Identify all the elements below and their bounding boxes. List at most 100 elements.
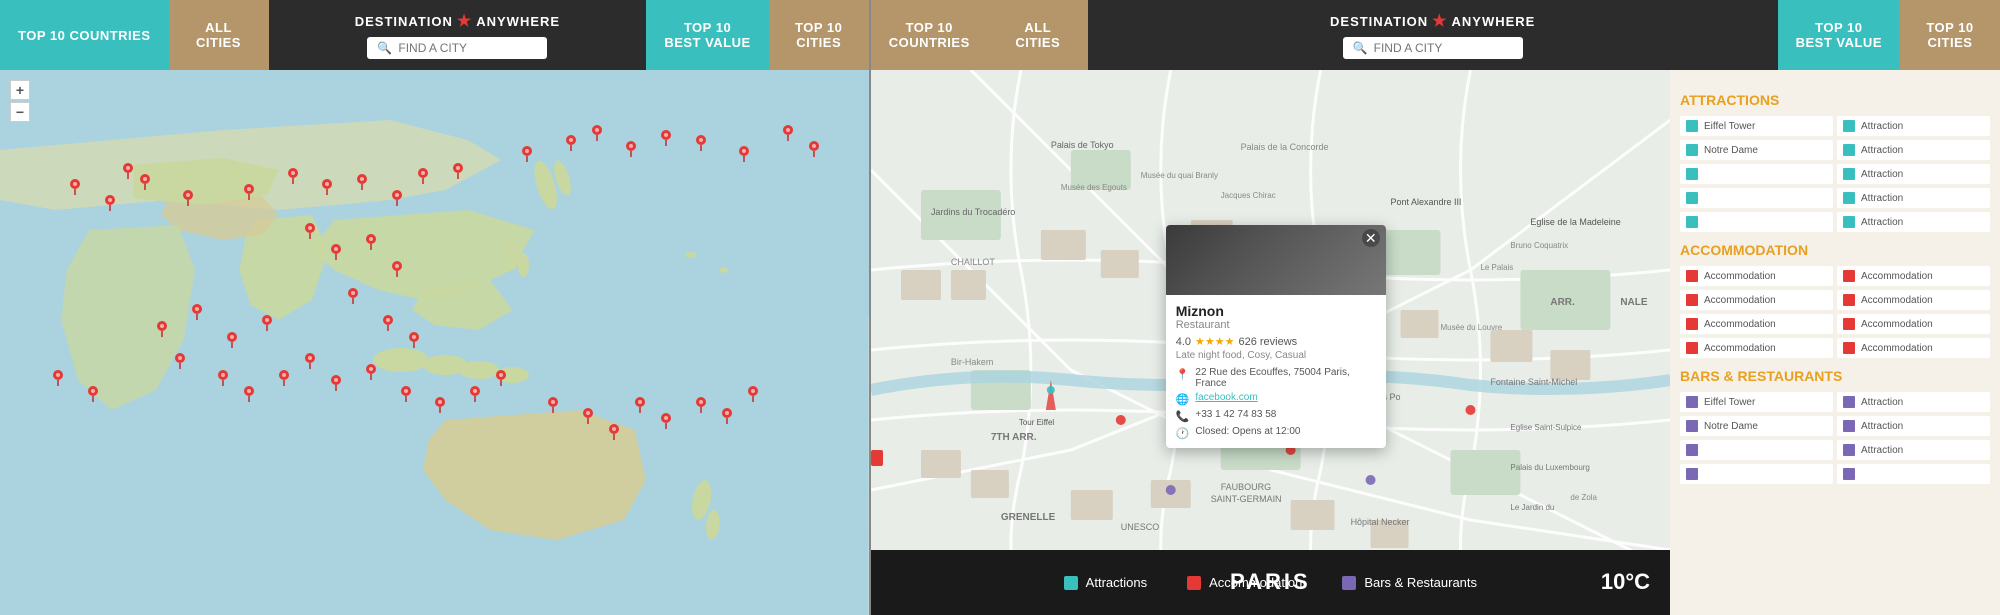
website-icon: 🌐 bbox=[1176, 393, 1190, 406]
accom-item-3[interactable]: Accommodation bbox=[1680, 314, 1833, 334]
address-icon: 📍 bbox=[1176, 368, 1190, 381]
search-icon-r: 🔍 bbox=[1353, 41, 1368, 55]
attraction-item-type-3[interactable]: Attraction bbox=[1837, 164, 1990, 184]
svg-text:FAUBOURG: FAUBOURG bbox=[1220, 482, 1270, 492]
accom-item-2[interactable]: Accommodation bbox=[1680, 290, 1833, 310]
attraction-item-type-4[interactable]: Attraction bbox=[1837, 188, 1990, 208]
search-box-r[interactable]: 🔍 bbox=[1343, 37, 1523, 59]
bar-color-2 bbox=[1686, 420, 1698, 432]
attraction-item-3[interactable] bbox=[1680, 164, 1833, 184]
venue-hours: Closed: Opens at 12:00 bbox=[1195, 426, 1300, 437]
map-controls[interactable]: + − bbox=[10, 80, 30, 122]
bar-item-type-2[interactable]: Attraction bbox=[1837, 416, 1990, 436]
attraction-dot bbox=[1064, 576, 1078, 590]
accom-item-4[interactable]: Accommodation bbox=[1680, 338, 1833, 358]
attraction-item-type-5[interactable]: Attraction bbox=[1837, 212, 1990, 232]
hours-icon: 🕐 bbox=[1176, 427, 1190, 440]
nav-all-cities[interactable]: ALLCITIES bbox=[169, 0, 269, 70]
attraction-type-color-2 bbox=[1843, 144, 1855, 156]
accom-item-type-4[interactable]: Accommodation bbox=[1837, 338, 1990, 358]
svg-text:Bir-Hakem: Bir-Hakem bbox=[951, 357, 993, 367]
nav-top10-cities-left[interactable]: TOP 10CITIES bbox=[769, 0, 869, 70]
svg-text:Pont Alexandre III: Pont Alexandre III bbox=[1390, 197, 1461, 207]
world-map-area[interactable]: + − bbox=[0, 70, 869, 615]
venue-hours-row: 🕐 Closed: Opens at 12:00 bbox=[1176, 426, 1376, 440]
attraction-color-5 bbox=[1686, 216, 1698, 228]
accom-color-1 bbox=[1686, 270, 1698, 282]
bar-item-type-4[interactable] bbox=[1837, 464, 1990, 484]
svg-text:ARR.: ARR. bbox=[1550, 297, 1575, 308]
bar-item-3[interactable] bbox=[1680, 440, 1833, 460]
paris-map-area[interactable]: Jardins du Trocadéro Palais de Tokyo Mus… bbox=[871, 70, 1670, 615]
venue-phone-row: 📞 +33 1 42 74 83 58 bbox=[1176, 409, 1376, 423]
svg-text:CHAILLOT: CHAILLOT bbox=[951, 257, 995, 267]
review-count: 626 reviews bbox=[1238, 336, 1297, 348]
popup-image-bg bbox=[1166, 225, 1386, 295]
phone-icon: 📞 bbox=[1176, 410, 1190, 423]
accommodation-dot bbox=[1187, 576, 1201, 590]
rating-score: 4.0 bbox=[1176, 336, 1191, 348]
attraction-item-type-2[interactable]: Attraction bbox=[1837, 140, 1990, 160]
attraction-item-4[interactable] bbox=[1680, 188, 1833, 208]
attraction-item-type-1[interactable]: Attraction bbox=[1837, 116, 1990, 136]
accom-color-2 bbox=[1686, 294, 1698, 306]
accom-item-1[interactable]: Accommodation bbox=[1680, 266, 1833, 286]
svg-text:Palais du Luxembourg: Palais du Luxembourg bbox=[1510, 463, 1589, 472]
attraction-type-color-5 bbox=[1843, 216, 1855, 228]
bar-item-1[interactable]: Eiffel Tower bbox=[1680, 392, 1833, 412]
accom-item-type-3[interactable]: Accommodation bbox=[1837, 314, 1990, 334]
nav-top10-best-value-r[interactable]: TOP 10BEST VALUE bbox=[1778, 0, 1900, 70]
popup-body: Miznon Restaurant 4.0 ★★★★ 626 reviews L… bbox=[1166, 295, 1386, 448]
accom-type-color-2 bbox=[1843, 294, 1855, 306]
legend-bar: Attractions Accommodation Bars & Restaur… bbox=[871, 550, 1670, 615]
bar-color-4 bbox=[1686, 468, 1698, 480]
attraction-color-4 bbox=[1686, 192, 1698, 204]
svg-text:Eglise Saint-Sulpice: Eglise Saint-Sulpice bbox=[1510, 423, 1582, 432]
venue-website-row[interactable]: 🌐 facebook.com bbox=[1176, 392, 1376, 406]
popup-close-button[interactable]: ✕ bbox=[1362, 229, 1380, 247]
bar-item-4[interactable] bbox=[1680, 464, 1833, 484]
city-label: PARIS bbox=[1230, 569, 1311, 595]
bar-item-type-1[interactable]: Attraction bbox=[1837, 392, 1990, 412]
accom-item-type-1[interactable]: Accommodation bbox=[1837, 266, 1990, 286]
svg-text:Musée du quai Branly: Musée du quai Branly bbox=[1140, 171, 1217, 180]
venue-address-row: 📍 22 Rue des Ecouffes, 75004 Paris, Fran… bbox=[1176, 367, 1376, 389]
attraction-type-1: Attraction bbox=[1861, 121, 1903, 132]
popup-image: ✕ bbox=[1166, 225, 1386, 295]
svg-text:NALE: NALE bbox=[1620, 297, 1648, 308]
svg-text:Palais de la Concorde: Palais de la Concorde bbox=[1240, 142, 1328, 152]
nav-all-cities-r[interactable]: ALLCITIES bbox=[988, 0, 1088, 70]
venue-website: facebook.com bbox=[1195, 392, 1257, 403]
nav-top10-cities-r[interactable]: TOP 10CITIES bbox=[1900, 0, 2000, 70]
right-panel: TOP 10COUNTRIES ALLCITIES DESTINATION ★ … bbox=[871, 0, 2000, 615]
bar-color-3 bbox=[1686, 444, 1698, 456]
attraction-item-2[interactable]: Notre Dame bbox=[1680, 140, 1833, 160]
rating-stars: ★★★★ bbox=[1195, 335, 1234, 348]
zoom-in-button[interactable]: + bbox=[10, 80, 30, 100]
svg-text:Palais de Tokyo: Palais de Tokyo bbox=[1051, 140, 1114, 150]
accom-type-color-1 bbox=[1843, 270, 1855, 282]
search-input-r[interactable] bbox=[1374, 41, 1513, 55]
attraction-color-2 bbox=[1686, 144, 1698, 156]
accommodation-grid: Accommodation Accommodation Accommodatio… bbox=[1680, 266, 1990, 358]
search-box[interactable]: 🔍 bbox=[367, 37, 547, 59]
bar-item-2[interactable]: Notre Dame bbox=[1680, 416, 1833, 436]
venue-info: 📍 22 Rue des Ecouffes, 75004 Paris, Fran… bbox=[1176, 367, 1376, 440]
attraction-type-color-4 bbox=[1843, 192, 1855, 204]
nav-top10-countries[interactable]: TOP 10 COUNTRIES bbox=[0, 0, 169, 70]
bar-type-color-2 bbox=[1843, 420, 1855, 432]
venue-address: 22 Rue des Ecouffes, 75004 Paris, France bbox=[1195, 367, 1375, 389]
accom-item-type-2[interactable]: Accommodation bbox=[1837, 290, 1990, 310]
svg-text:Jardins du Trocadéro: Jardins du Trocadéro bbox=[931, 207, 1015, 217]
attraction-item-5[interactable] bbox=[1680, 212, 1833, 232]
paris-map: Jardins du Trocadéro Palais de Tokyo Mus… bbox=[871, 70, 1670, 615]
attraction-name-1: Eiffel Tower bbox=[1704, 121, 1755, 132]
nav-top10-countries-r[interactable]: TOP 10COUNTRIES bbox=[871, 0, 988, 70]
accom-color-3 bbox=[1686, 318, 1698, 330]
bar-item-type-3[interactable]: Attraction bbox=[1837, 440, 1990, 460]
zoom-out-button[interactable]: − bbox=[10, 102, 30, 122]
search-input[interactable] bbox=[398, 41, 537, 55]
attraction-item-1[interactable]: Eiffel Tower bbox=[1680, 116, 1833, 136]
nav-top10-best-value[interactable]: TOP 10BEST VALUE bbox=[646, 0, 768, 70]
svg-text:UNESCO: UNESCO bbox=[1120, 522, 1158, 532]
